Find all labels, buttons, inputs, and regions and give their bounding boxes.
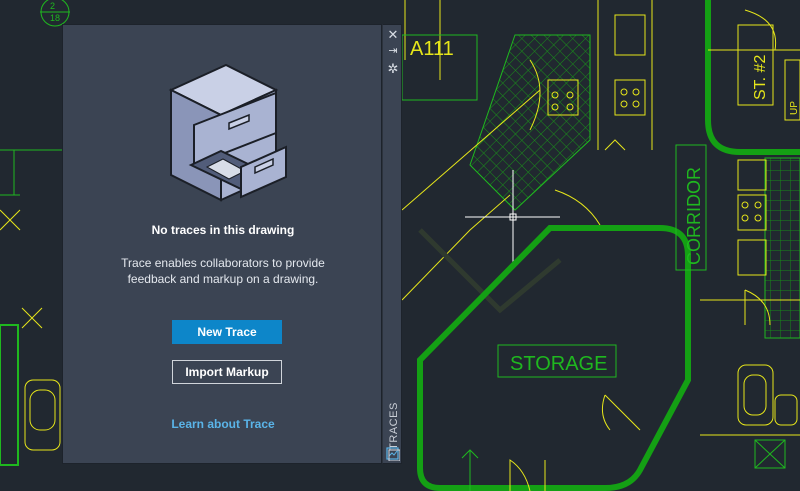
svg-text:ST. #2: ST. #2	[752, 55, 769, 100]
svg-text:UP: UP	[789, 101, 800, 115]
svg-text:STORAGE: STORAGE	[510, 353, 607, 375]
learn-about-trace-link[interactable]: Learn about Trace	[63, 417, 383, 431]
auto-hide-icon[interactable]: ⇥	[385, 43, 401, 59]
svg-text:18: 18	[50, 13, 60, 23]
svg-text:A111: A111	[410, 38, 454, 60]
new-trace-button[interactable]: New Trace	[172, 320, 282, 344]
settings-icon[interactable]: ✲	[385, 61, 401, 77]
traces-panel-icon[interactable]	[385, 447, 401, 463]
traces-palette: No traces in this drawing Trace enables …	[62, 24, 382, 464]
svg-text:CORRIDOR: CORRIDOR	[684, 167, 704, 265]
empty-state-title: No traces in this drawing	[151, 223, 295, 237]
file-cabinet-illustration	[168, 63, 287, 202]
crosshair-cursor	[465, 170, 560, 265]
close-icon[interactable]: ✕	[385, 27, 401, 43]
empty-state-description: Trace enables collaborators to provide f…	[121, 256, 325, 286]
import-markup-button[interactable]: Import Markup	[172, 360, 282, 384]
svg-text:2: 2	[50, 1, 55, 11]
palette-title-strip[interactable]: ✕ ⇥ ✲ TRACES	[382, 24, 402, 464]
